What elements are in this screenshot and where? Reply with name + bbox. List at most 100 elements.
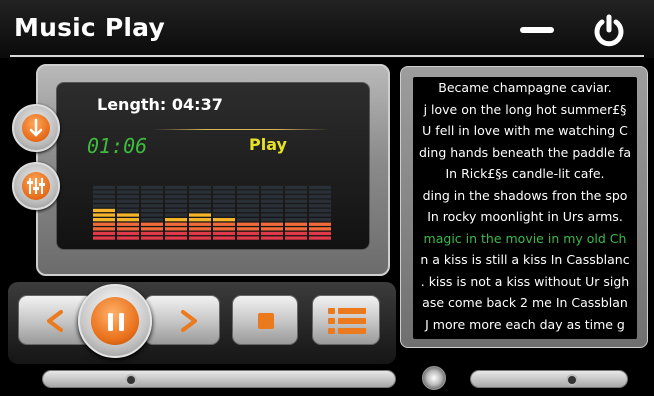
lyric-line: . kiss is not a kiss without Ur sigh [420,273,630,289]
eq-segment [141,195,163,199]
eq-segment [93,227,115,231]
next-button[interactable] [144,295,220,345]
eq-segment [237,227,259,231]
lyric-line: ding hands beneath the paddle fa [418,144,631,160]
eq-segment [141,190,163,194]
eq-segment [141,222,163,226]
eq-segment [285,208,307,213]
eq-segment [117,204,139,208]
eq-segment [309,236,331,240]
lyric-line: In rocky moonlight in Urs arms. [427,209,623,224]
eq-segment [213,185,235,190]
eq-segment [117,236,139,240]
eq-segment [285,236,307,240]
play-status: Play [249,135,287,154]
eq-segment [213,236,235,240]
eq-segment [141,227,163,231]
eq-segment [285,185,307,190]
eq-segment [165,204,187,208]
stop-icon [258,313,274,329]
eq-segment [285,218,307,222]
eq-segment [213,222,235,226]
eq-segment [165,190,187,194]
eq-segment [261,231,283,236]
eq-segment [93,190,115,194]
stop-button[interactable] [232,295,298,345]
eq-segment [117,185,139,190]
eq-segment [237,190,259,194]
eq-segment [93,204,115,208]
volume-icon [422,366,446,390]
eq-segment [165,195,187,199]
eq-segment [285,199,307,203]
eq-segment [141,185,163,190]
eq-segment [237,236,259,240]
progress-slider[interactable] [42,370,396,388]
eq-segment [309,190,331,194]
eq-segment [309,199,331,203]
lyric-line: magic in the movie in my old Ch [423,230,627,246]
progress-knob[interactable] [124,374,137,386]
lyric-line: J more more each day as time g [425,316,625,332]
eq-segment [165,218,187,222]
eq-segment [237,218,259,222]
equalizer-button[interactable] [12,162,60,210]
lyric-line: Became champagne caviar. [438,80,612,95]
eq-segment [261,190,283,194]
eq-segment [285,222,307,226]
eq-segment [213,218,235,222]
eq-segment [213,199,235,203]
eq-segment [237,231,259,236]
eq-segment [237,185,259,190]
eq-segment [93,213,115,217]
chevron-left-icon [47,310,63,332]
eq-segment [285,213,307,217]
display-screen: Length: 04:37 01:06 Play [56,82,370,250]
eq-segment [117,227,139,231]
power-button[interactable] [592,14,626,48]
eq-segment [189,195,211,199]
eq-segment [189,227,211,231]
eq-segment [189,222,211,226]
eq-segment [309,222,331,226]
lyrics-view[interactable]: Became champagne caviar. j love on the lo… [413,77,637,339]
power-icon [594,14,624,47]
display-divider [153,129,329,130]
volume-knob[interactable] [566,374,579,386]
elapsed-time: 01:06 [87,134,148,158]
minimize-button[interactable] [520,16,556,42]
eq-segment [261,213,283,217]
eq-segment [141,218,163,222]
pause-button[interactable] [78,284,152,358]
eq-segment [261,195,283,199]
eq-segment [165,213,187,217]
title-divider [10,55,644,57]
playlist-button[interactable] [312,295,380,345]
eq-segment [309,204,331,208]
app-title: Music Play [14,13,165,42]
lyric-line: U fell in love with me watching C [422,123,628,138]
eq-segment [189,213,211,217]
eq-segment [93,218,115,222]
volume-slider[interactable] [470,370,628,388]
lyric-line: In Rick£§s candle-lit cafe. [445,166,605,181]
eq-segment [141,199,163,203]
eq-segment [261,222,283,226]
eq-segment [213,190,235,194]
eq-segment [261,236,283,240]
eq-segment [141,204,163,208]
eq-segment [237,213,259,217]
lyric-line: n a kiss is still a kiss In Cassblanc [420,252,630,267]
eq-segment [141,213,163,217]
download-button[interactable] [12,104,60,152]
eq-segment [189,204,211,208]
chevron-right-icon [181,310,197,332]
eq-segment [285,204,307,208]
eq-segment [117,195,139,199]
eq-segment [93,236,115,240]
eq-segment [261,218,283,222]
eq-segment [189,231,211,236]
eq-segment [93,195,115,199]
eq-segment [189,185,211,190]
eq-segment [261,204,283,208]
